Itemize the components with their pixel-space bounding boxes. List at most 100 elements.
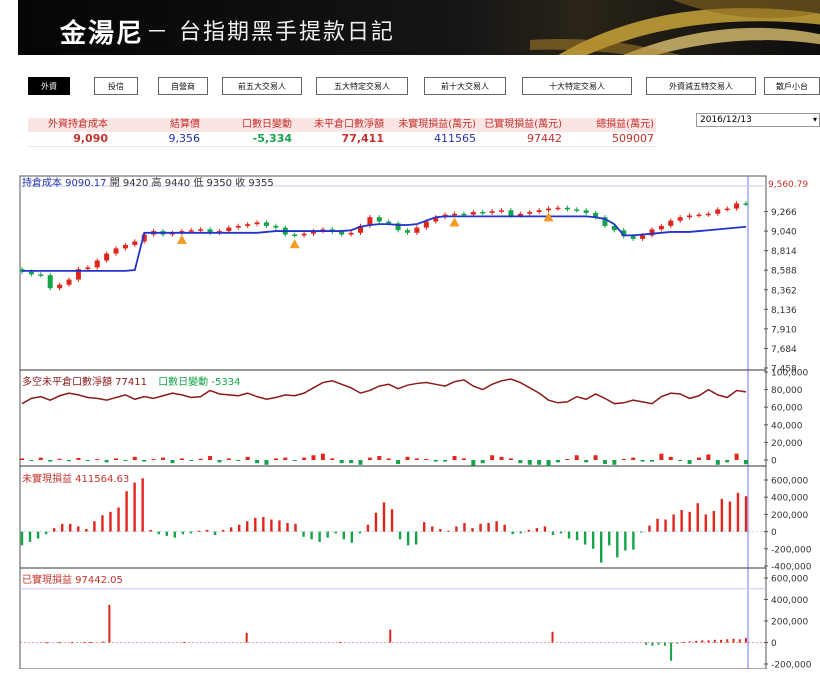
candle-body [743, 203, 749, 205]
candle-body [724, 208, 730, 211]
unrealized-bar [720, 498, 724, 532]
oi-change-bar [687, 460, 692, 464]
candle-body [677, 217, 683, 221]
unrealized-bar [423, 522, 426, 532]
tab-investment-trust[interactable]: 投信 [94, 77, 138, 95]
candle-body [499, 210, 505, 212]
stat-value: 97442 [478, 132, 564, 147]
tab-foreign-minus-top5[interactable]: 外資減五特交易人 [646, 77, 756, 95]
unrealized-bar [495, 521, 498, 532]
tab-retail-mini[interactable]: 散戶小台 [764, 77, 820, 95]
tab-top5-traders[interactable]: 前五大交易人 [222, 77, 302, 95]
price-axis-tick-label: 9,266 [771, 208, 797, 218]
oi-change-bar [236, 460, 241, 461]
tab-top10-specific[interactable]: 十大特定交易人 [522, 77, 632, 95]
unrealized-bar [334, 531, 337, 534]
candle-body [188, 230, 194, 232]
oi-change-bar [264, 460, 269, 465]
candle-body [113, 248, 119, 254]
oi-change-bar [217, 460, 222, 463]
date-select[interactable]: 2016/12/13 ▾ [696, 113, 820, 127]
unrealized-bar [591, 531, 595, 549]
oi-axis-tick-label: 0 [771, 457, 777, 467]
stat-value: 9,356 [110, 132, 202, 147]
oi-change-bar [349, 460, 354, 464]
unrealized-bar [728, 501, 732, 532]
unrealized-bar [189, 531, 193, 534]
realized-bar [745, 638, 747, 643]
realized-bar [83, 642, 86, 644]
unrealized-bar [141, 478, 144, 532]
unrealized-bar [648, 525, 651, 532]
oi-change-bar [245, 456, 250, 460]
unrealized-bar [69, 523, 72, 532]
candle-body [452, 213, 458, 216]
oi-change-bar [386, 458, 391, 460]
stat-value: 77,411 [294, 132, 386, 147]
unrealized-bar [254, 517, 257, 532]
oi-change-bar [593, 455, 598, 460]
unrealized-bar [567, 531, 571, 539]
tab-foreign[interactable]: 外資 [28, 77, 70, 95]
price-panel-label: 持倉成本 9090.17 開 9420 高 9440 低 9350 收 9355 [22, 174, 274, 189]
oi-change-bar [292, 460, 297, 461]
unrealized-bar [632, 531, 635, 550]
unrealized-bar [487, 523, 490, 532]
oi-change-bar [57, 458, 62, 460]
realized-panel-label: 已實現損益 97442.05 [22, 575, 123, 586]
price-panel [19, 185, 766, 291]
unrealized-bar [310, 531, 313, 540]
date-select-value: 2016/12/13 [700, 115, 752, 125]
realized-panel [20, 588, 766, 661]
unrealized-bar [149, 529, 152, 532]
realized-bar [645, 642, 648, 645]
oi-change-bar [405, 456, 410, 460]
candle-body [630, 236, 636, 239]
candle-body [386, 221, 392, 224]
oi-axis-tick-label: 60,000 [771, 404, 803, 414]
stat-label: 口數日變動 [202, 118, 294, 132]
unrealized-bar [238, 524, 241, 532]
oi-panel [20, 378, 748, 467]
price-axis-tick-label: 8,136 [771, 306, 797, 316]
header-banner: 金湯尼 － 台指期黑手提款日記 [18, 0, 820, 55]
stat-label: 已實現損益(萬元) [478, 118, 564, 132]
candle-body [423, 221, 429, 228]
signal-triangle [176, 234, 187, 244]
candle-body [57, 284, 63, 289]
price-axis-tick-label: 7,910 [771, 325, 797, 335]
oi-change-bar [631, 457, 636, 460]
unrealized-bar [447, 530, 450, 532]
candle-body [132, 241, 138, 245]
oi-change-bar [696, 457, 701, 460]
unrealized-bar [366, 524, 370, 532]
oi-change-bar [29, 460, 34, 461]
gold-swoosh-decoration [530, 0, 820, 55]
tab-top10-traders[interactable]: 前十大交易人 [424, 77, 506, 95]
candle-body [339, 231, 345, 235]
realized-bar [707, 640, 710, 643]
unrealized-bar [326, 531, 329, 538]
stat-unrealized-pnl: 未實現損益(萬元) 411565 [386, 118, 478, 147]
realized-axis-tick-label: -200,000 [771, 661, 812, 670]
candle-body [574, 209, 580, 211]
cost-line [22, 215, 747, 272]
candle-body [668, 220, 674, 226]
tab-dealers[interactable]: 自營商 [158, 77, 208, 95]
candle-body [235, 225, 241, 228]
unrealized-bar [318, 531, 321, 542]
unrealized-bar [302, 531, 305, 537]
realized-bar [245, 632, 248, 643]
unrealized-bar [262, 516, 265, 532]
oi-change-bar [38, 457, 43, 460]
realized-bar [45, 642, 48, 644]
unrealized-axis-tick-label: -400,000 [771, 563, 812, 573]
unrealized-bar [463, 523, 466, 532]
realized-bar [339, 641, 342, 643]
oi-change-bar [123, 460, 128, 461]
unrealized-bar [656, 518, 659, 532]
unrealized-bar [527, 529, 530, 532]
realized-bar [738, 639, 741, 643]
oi-change-bar [668, 456, 673, 460]
tab-top5-specific[interactable]: 五大特定交易人 [316, 77, 408, 95]
